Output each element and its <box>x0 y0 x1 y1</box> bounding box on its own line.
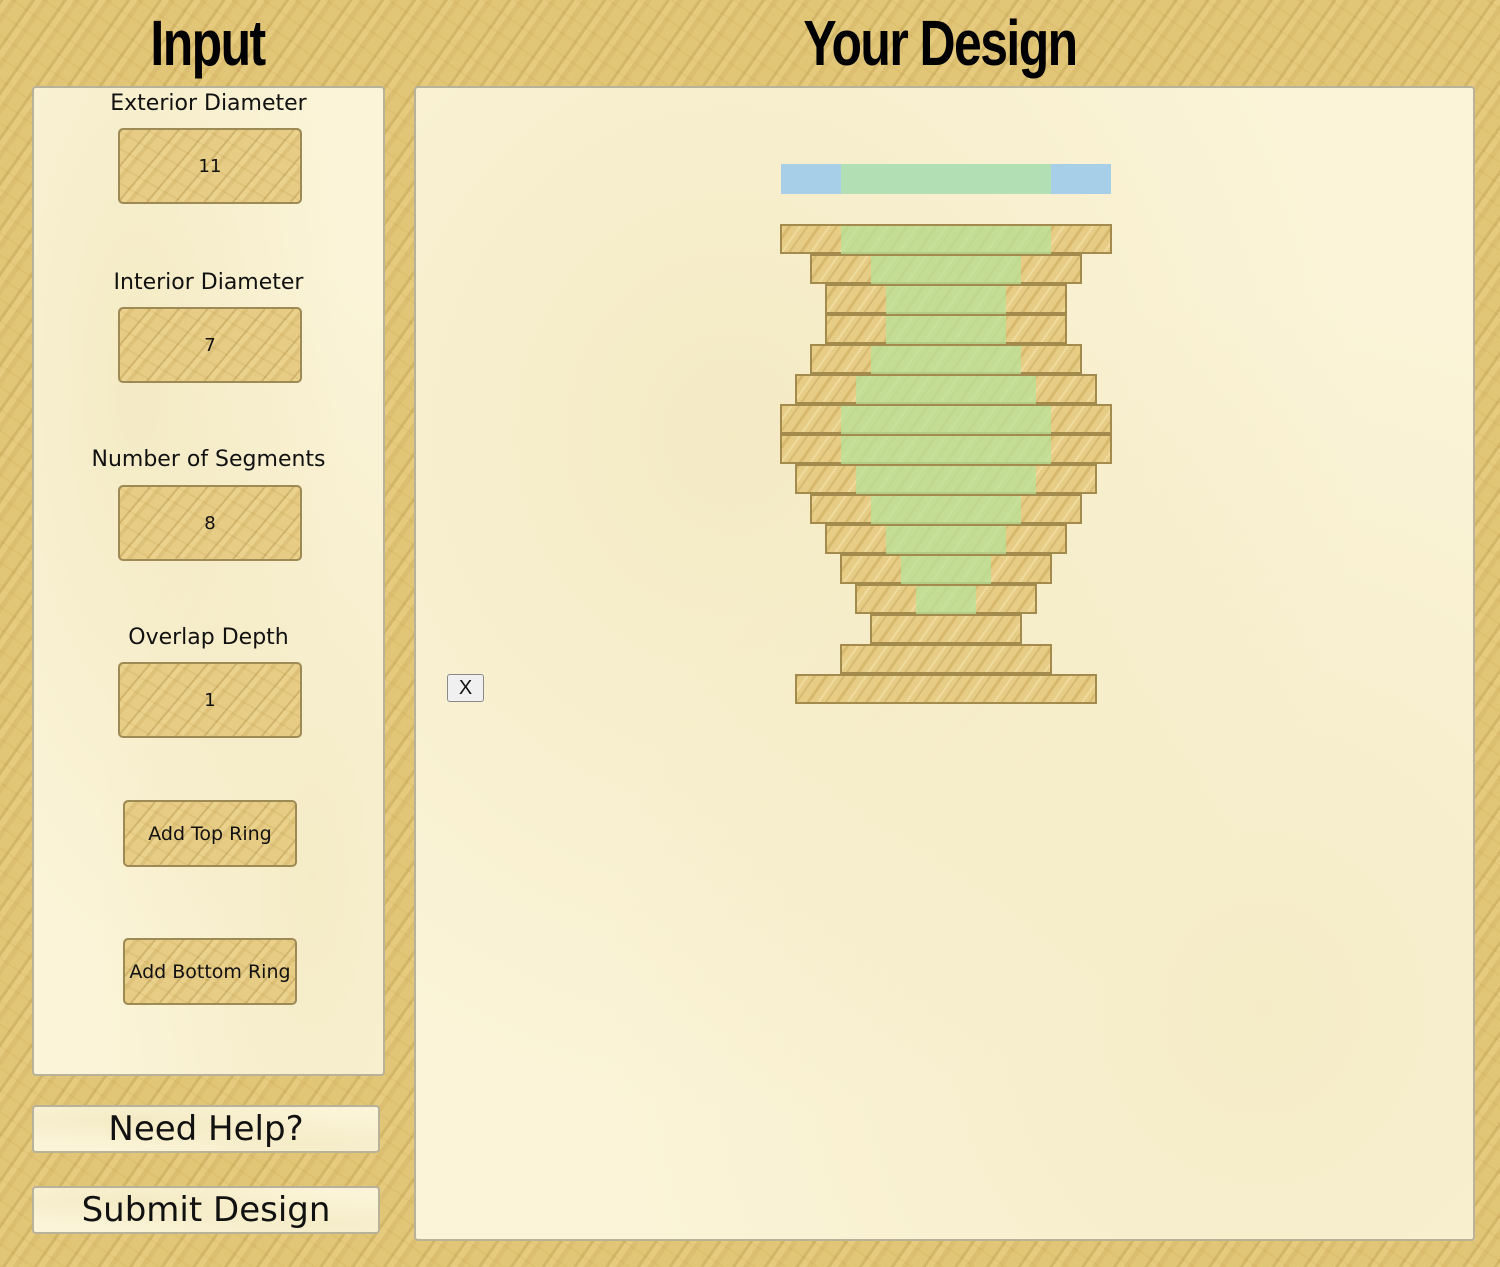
number-of-segments-field[interactable] <box>118 485 302 561</box>
ring-2[interactable] <box>810 254 1082 284</box>
ring-12[interactable] <box>840 554 1052 584</box>
need-help-button[interactable]: Need Help? <box>32 1105 380 1153</box>
ring-13[interactable] <box>855 584 1037 614</box>
overlap-depth-label: Overlap Depth <box>128 625 289 650</box>
ring-6[interactable] <box>795 374 1097 404</box>
ring-14[interactable] <box>870 614 1022 644</box>
ring-8[interactable] <box>780 434 1112 464</box>
ring-10[interactable] <box>810 494 1082 524</box>
number-of-segments-input[interactable] <box>120 511 300 535</box>
ring-interior <box>856 466 1036 494</box>
ring-4[interactable] <box>825 314 1067 344</box>
ring-5[interactable] <box>810 344 1082 374</box>
input-panel: Exterior Diameter Interior Diameter Numb… <box>32 86 385 1076</box>
ring-7[interactable] <box>780 404 1112 434</box>
ring-interior <box>886 286 1006 314</box>
ring-interior <box>886 526 1006 554</box>
exterior-diameter-label: Exterior Diameter <box>110 91 307 116</box>
exterior-diameter-field[interactable] <box>118 128 302 204</box>
design-panel: X <box>414 86 1475 1241</box>
ring-interior <box>871 496 1021 524</box>
input-heading: Input <box>150 7 266 79</box>
add-bottom-ring-button[interactable]: Add Bottom Ring <box>123 938 297 1005</box>
add-top-ring-button[interactable]: Add Top Ring <box>123 800 297 867</box>
ring-body <box>795 674 1097 704</box>
interior-diameter-input[interactable] <box>120 333 300 357</box>
exterior-diameter-input[interactable] <box>120 154 300 178</box>
rings-group <box>780 224 1112 704</box>
ring-11[interactable] <box>825 524 1067 554</box>
ring-body <box>870 614 1022 644</box>
overlap-depth-field[interactable] <box>118 662 302 738</box>
submit-design-button[interactable]: Submit Design <box>32 1186 380 1234</box>
ring-interior <box>901 556 991 584</box>
interior-diameter-field[interactable] <box>118 307 302 383</box>
ring-15[interactable] <box>840 644 1052 674</box>
vessel-diagram <box>780 164 1112 704</box>
ring-interior <box>871 256 1021 284</box>
ring-interior <box>856 376 1036 404</box>
number-of-segments-label: Number of Segments <box>91 447 326 472</box>
ring-9[interactable] <box>795 464 1097 494</box>
preview-ring-group <box>781 164 1111 194</box>
ring-16[interactable] <box>795 674 1097 704</box>
ring-interior <box>916 586 976 614</box>
ring-interior <box>841 406 1051 434</box>
ring-body <box>840 644 1052 674</box>
ring-interior <box>841 436 1051 464</box>
ring-1[interactable] <box>780 224 1112 254</box>
ring-3[interactable] <box>825 284 1067 314</box>
ring-interior <box>886 316 1006 344</box>
ring-interior <box>841 226 1051 254</box>
delete-ring-button[interactable]: X <box>447 674 484 702</box>
overlap-depth-input[interactable] <box>120 688 300 712</box>
design-heading: Your Design <box>803 7 1078 79</box>
preview-ring-interior <box>841 164 1051 194</box>
interior-diameter-label: Interior Diameter <box>113 270 304 295</box>
ring-interior <box>871 346 1021 374</box>
